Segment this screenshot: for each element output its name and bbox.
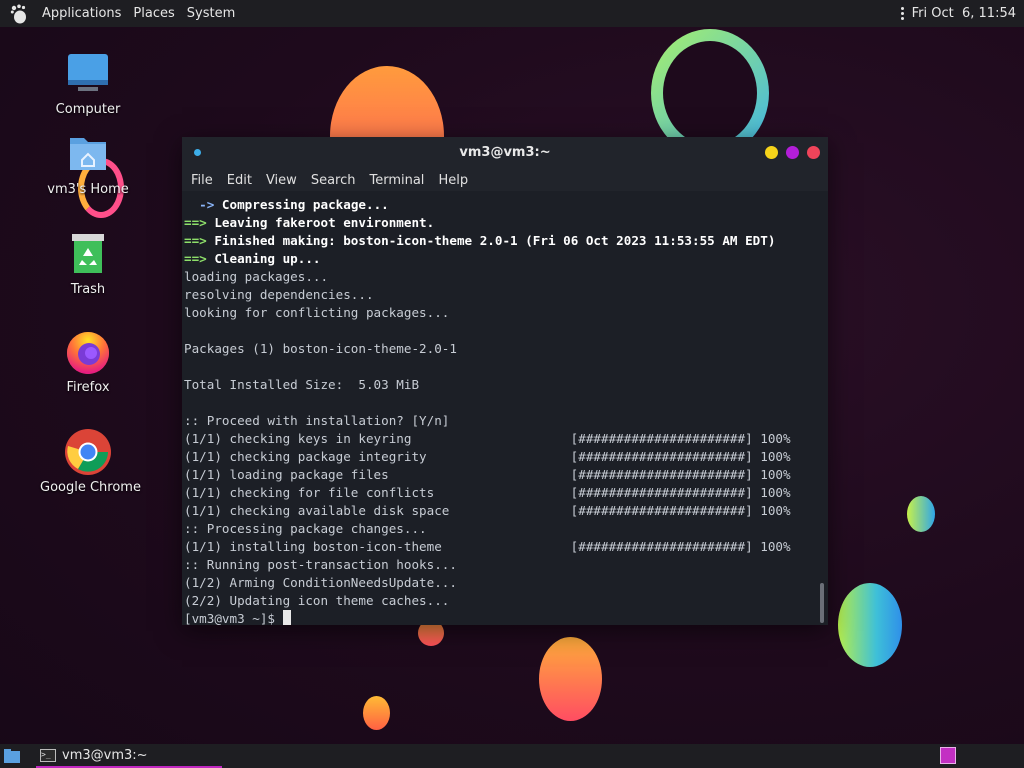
terminal-line: :: Processing package changes... <box>184 520 816 538</box>
terminal-line: -> Compressing package... <box>184 196 816 214</box>
desktop-icon-chrome[interactable]: Google Chrome <box>40 428 141 495</box>
terminal-line-text: Compressing package... <box>214 197 389 212</box>
terminal-window: vm3@vm3:~ File Edit View Search Terminal… <box>182 137 828 625</box>
terminal-prompt: [vm3@vm3 ~]$ <box>184 611 283 625</box>
terminal-line: resolving dependencies... <box>184 286 816 304</box>
terminal-line: ==> Cleaning up... <box>184 250 816 268</box>
terminal-cursor <box>282 610 291 625</box>
minimize-button[interactable] <box>765 146 778 159</box>
window-menu-icon[interactable] <box>194 149 201 156</box>
terminal-line: loading packages... <box>184 268 816 286</box>
terminal-line-prefix: ==> <box>184 251 207 266</box>
desktop-icon-label: Firefox <box>66 380 110 395</box>
bottom-panel: >_ vm3@vm3:~ <box>0 744 1024 768</box>
gnome-foot-icon[interactable] <box>8 3 30 25</box>
terminal-line: (2/2) Updating icon theme caches... <box>184 592 816 610</box>
terminal-line-text: (1/1) installing boston-icon-theme [####… <box>184 539 791 554</box>
wallpaper-green-blue-oval <box>838 583 902 667</box>
terminal-line-text: (2/2) Updating icon theme caches... <box>184 593 450 608</box>
desktop-icon-trash[interactable]: Trash <box>40 230 136 297</box>
terminal-line-text: (1/1) checking for file conflicts [#####… <box>184 485 791 500</box>
desktop-icon-computer[interactable]: Computer <box>40 50 136 117</box>
terminal-line: (1/2) Arming ConditionNeedsUpdate... <box>184 574 816 592</box>
terminal-line-prefix: -> <box>184 197 215 212</box>
terminal-line: ==> Leaving fakeroot environment. <box>184 214 816 232</box>
terminal-line-text: loading packages... <box>184 269 329 284</box>
applications-menu[interactable]: Applications <box>36 0 127 27</box>
desktop-icon-label: Computer <box>55 102 121 117</box>
desktop-icon-label: Trash <box>70 282 106 297</box>
terminal-line-text: Leaving fakeroot environment. <box>206 215 435 230</box>
terminal-line: (1/1) checking package integrity [######… <box>184 448 816 466</box>
terminal-line: (1/1) checking keys in keyring [########… <box>184 430 816 448</box>
terminal-line: looking for conflicting packages... <box>184 304 816 322</box>
terminal-output[interactable]: -> Compressing package... ==> Leaving fak… <box>182 193 818 625</box>
terminal-line-text: Cleaning up... <box>206 251 321 266</box>
desktop-icon-firefox[interactable]: Firefox <box>40 328 136 395</box>
menu-edit[interactable]: Edit <box>220 173 259 188</box>
wallpaper-small-green-blue <box>907 496 935 532</box>
terminal-line: :: Proceed with installation? [Y/n] <box>184 412 816 430</box>
wallpaper-orange-oval <box>539 637 602 721</box>
terminal-line-text: :: Proceed with installation? [Y/n] <box>184 413 450 428</box>
terminal-line-text: Finished making: boston-icon-theme 2.0-1… <box>206 233 776 248</box>
terminal-line: Packages (1) boston-icon-theme-2.0-1 <box>184 340 816 358</box>
terminal-title: vm3@vm3:~ <box>459 145 551 160</box>
terminal-line-text: :: Running post-transaction hooks... <box>184 557 457 572</box>
terminal-line-text: (1/2) Arming ConditionNeedsUpdate... <box>184 575 457 590</box>
close-button[interactable] <box>807 146 820 159</box>
menu-help[interactable]: Help <box>431 173 475 188</box>
terminal-line-prefix: ==> <box>184 233 207 248</box>
chrome-icon <box>64 428 112 476</box>
terminal-line-text: :: Processing package changes... <box>184 521 427 536</box>
places-menu[interactable]: Places <box>127 0 180 27</box>
terminal-prompt-line[interactable]: [vm3@vm3 ~]$ <box>184 610 816 625</box>
desktop-icon-home[interactable]: vm3's Home <box>40 130 136 197</box>
terminal-line: (1/1) installing boston-icon-theme [####… <box>184 538 816 556</box>
terminal-line: :: Running post-transaction hooks... <box>184 556 816 574</box>
desktop-icon-label: Google Chrome <box>40 480 141 495</box>
system-menu[interactable]: System <box>181 0 241 27</box>
firefox-icon <box>64 328 112 376</box>
taskbar-label: vm3@vm3:~ <box>62 747 148 763</box>
terminal-line: (1/1) checking for file conflicts [#####… <box>184 484 816 502</box>
clock[interactable]: Fri Oct 6, 11:54 <box>912 6 1016 21</box>
terminal-line-text: resolving dependencies... <box>184 287 374 302</box>
terminal-line-text: (1/1) checking keys in keyring [########… <box>184 431 791 446</box>
terminal-line-text: Total Installed Size: 5.03 MiB <box>184 377 420 392</box>
terminal-menubar: File Edit View Search Terminal Help <box>182 169 828 191</box>
menu-search[interactable]: Search <box>304 173 363 188</box>
terminal-line-text: Packages (1) boston-icon-theme-2.0-1 <box>184 341 457 356</box>
workspace-switcher[interactable] <box>940 747 956 764</box>
terminal-line: Total Installed Size: 5.03 MiB <box>184 376 816 394</box>
terminal-icon: >_ <box>40 748 56 762</box>
taskbar-terminal-button[interactable]: >_ vm3@vm3:~ <box>36 744 222 768</box>
computer-icon <box>64 50 112 98</box>
home-folder-icon <box>64 130 112 178</box>
kebab-menu-icon[interactable] <box>900 7 904 20</box>
top-panel: Applications Places System Fri Oct 6, 11… <box>0 0 1024 27</box>
menu-view[interactable]: View <box>259 173 304 188</box>
terminal-line-text: (1/1) checking available disk space [###… <box>184 503 791 518</box>
show-desktop-icon[interactable] <box>2 747 22 765</box>
terminal-line: ==> Finished making: boston-icon-theme 2… <box>184 232 816 250</box>
desktop-icon-label: vm3's Home <box>47 182 129 197</box>
terminal-line-text: (1/1) loading package files [###########… <box>184 467 791 482</box>
terminal-line: (1/1) checking available disk space [###… <box>184 502 816 520</box>
trash-icon <box>64 230 112 278</box>
maximize-button[interactable] <box>786 146 799 159</box>
menu-file[interactable]: File <box>184 173 220 188</box>
terminal-line: (1/1) loading package files [###########… <box>184 466 816 484</box>
wallpaper-tiny-orange <box>363 696 390 730</box>
terminal-line-prefix: ==> <box>184 215 207 230</box>
terminal-scrollbar[interactable] <box>820 583 824 623</box>
terminal-line-text: (1/1) checking package integrity [######… <box>184 449 791 464</box>
terminal-line-text: looking for conflicting packages... <box>184 305 450 320</box>
terminal-titlebar[interactable]: vm3@vm3:~ <box>182 137 828 169</box>
menu-terminal[interactable]: Terminal <box>362 173 431 188</box>
